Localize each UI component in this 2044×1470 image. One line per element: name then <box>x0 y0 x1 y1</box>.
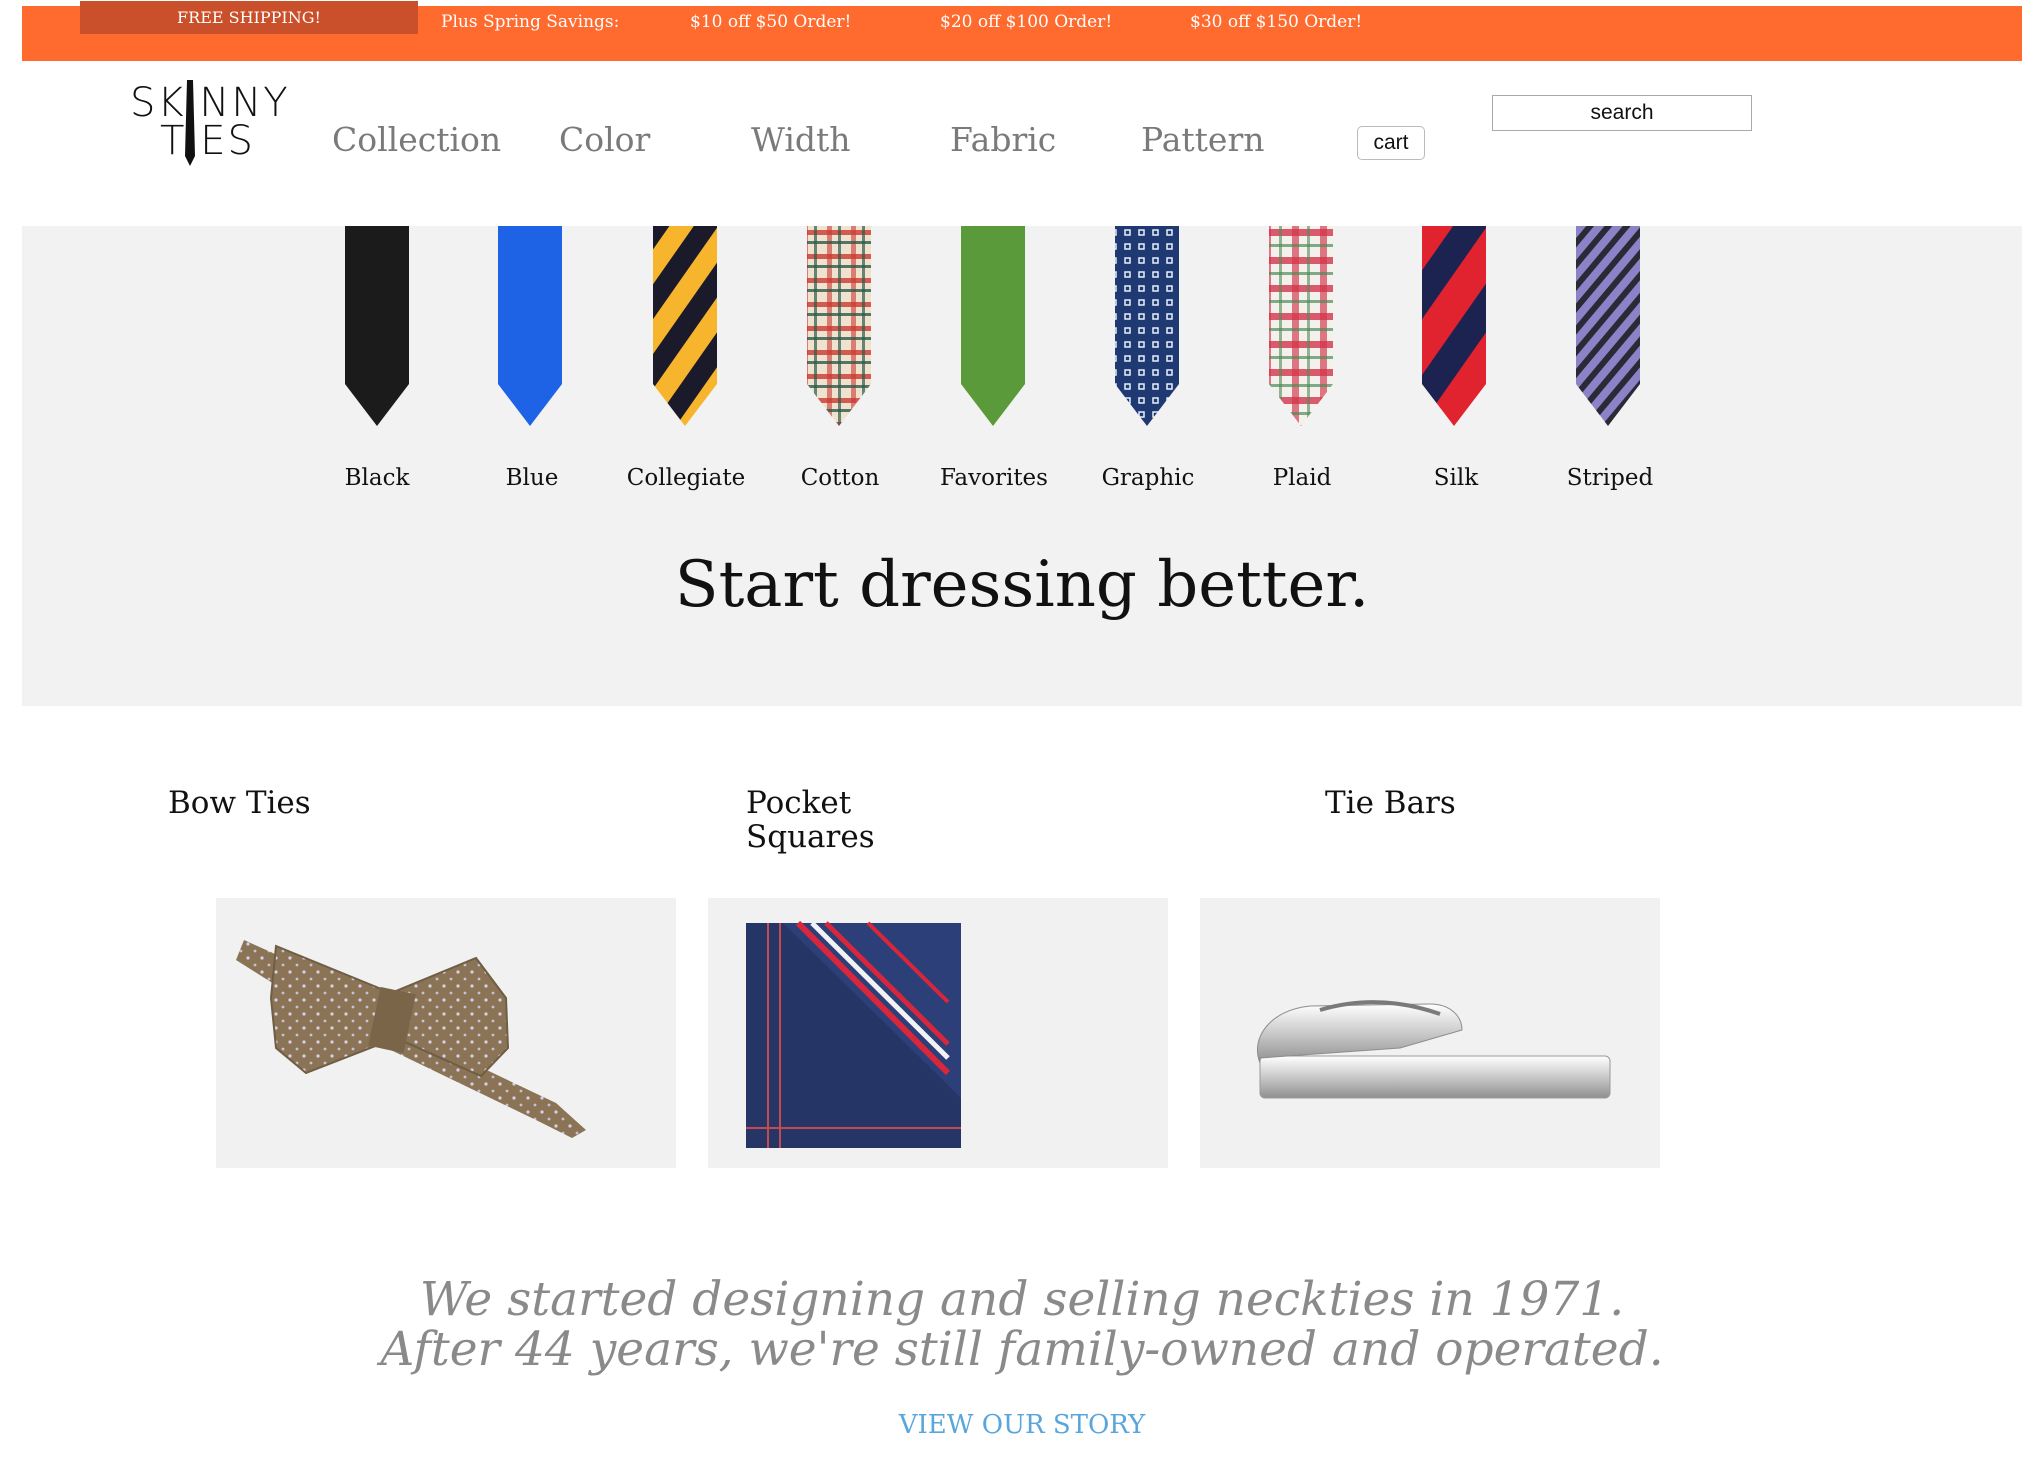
pocket-square-image[interactable] <box>708 898 1168 1168</box>
logo-line-2: TIES <box>160 118 255 164</box>
tie-graphic-icon[interactable] <box>1107 226 1187 426</box>
tie-bar-image[interactable] <box>1200 898 1660 1168</box>
story-line-1: We started designing and selling necktie… <box>419 1272 1625 1327</box>
tie-black-icon[interactable] <box>337 226 417 426</box>
nav-collection[interactable]: Collection <box>332 120 501 159</box>
tie-label-plaid[interactable]: Plaid <box>1232 465 1372 491</box>
tie-blue-icon[interactable] <box>490 226 570 426</box>
pocket-square-icon <box>746 920 961 1148</box>
tie-label-cotton[interactable]: Cotton <box>770 465 910 491</box>
promo-offer-1[interactable]: $10 off $50 Order! <box>690 12 851 32</box>
category-title-tie-bars[interactable]: Tie Bars <box>1325 786 1456 820</box>
category-title-pocket-squares[interactable]: Pocket Squares <box>746 786 886 854</box>
tie-label-striped[interactable]: Striped <box>1540 465 1680 491</box>
bow-tie-icon <box>236 940 586 1138</box>
promo-offer-2[interactable]: $20 off $100 Order! <box>940 12 1112 32</box>
tie-striped-icon[interactable] <box>1568 226 1648 426</box>
search-input[interactable] <box>1492 95 1752 131</box>
nav-width[interactable]: Width <box>751 120 851 159</box>
tie-plaid-icon[interactable] <box>1261 226 1341 426</box>
tie-label-collegiate[interactable]: Collegiate <box>616 465 756 491</box>
tie-favorites-icon[interactable] <box>953 226 1033 426</box>
tie-collegiate-icon[interactable] <box>645 226 725 426</box>
nav-color[interactable]: Color <box>559 120 650 159</box>
logo-tie-icon <box>185 80 195 166</box>
tie-bar-icon <box>1256 1000 1611 1099</box>
promo-spring-savings: Plus Spring Savings: <box>441 12 620 32</box>
bow-tie-image[interactable] <box>216 898 676 1168</box>
tie-cotton-icon[interactable] <box>799 226 879 426</box>
tie-label-favorites[interactable]: Favorites <box>924 465 1064 491</box>
tie-label-silk[interactable]: Silk <box>1386 465 1526 491</box>
free-shipping-badge[interactable]: FREE SHIPPING! <box>80 1 418 34</box>
category-title-bow-ties[interactable]: Bow Ties <box>168 786 311 820</box>
tie-label-black[interactable]: Black <box>307 465 447 491</box>
hero-title: Start dressing better. <box>674 548 1370 622</box>
view-story-link[interactable]: VIEW OUR STORY <box>0 1410 2044 1440</box>
story-line-2: After 44 years, we're still family-owned… <box>380 1322 1664 1377</box>
nav-pattern[interactable]: Pattern <box>1141 120 1264 159</box>
cart-button[interactable]: cart <box>1357 126 1425 160</box>
logo[interactable]: SKINNY TIES <box>130 80 300 170</box>
tie-label-graphic[interactable]: Graphic <box>1078 465 1218 491</box>
nav-fabric[interactable]: Fabric <box>950 120 1056 159</box>
tie-silk-icon[interactable] <box>1414 226 1494 426</box>
story-text: We started designing and selling necktie… <box>0 1275 2044 1375</box>
promo-offer-3[interactable]: $30 off $150 Order! <box>1190 12 1362 32</box>
tie-label-blue[interactable]: Blue <box>462 465 602 491</box>
